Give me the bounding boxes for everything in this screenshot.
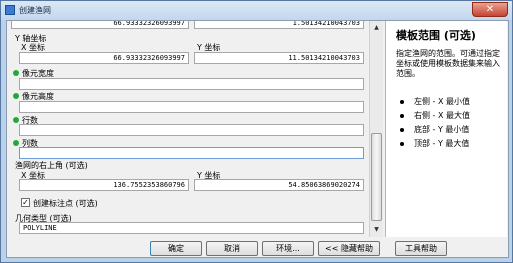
- tool-help-button[interactable]: 工具帮助: [395, 241, 447, 256]
- help-description: 指定渔网的范围。可通过指定坐标或使用模板数据集来输入范围。: [396, 49, 500, 78]
- list-item: 右侧 - X 最大值: [396, 111, 470, 125]
- form-scrollbar[interactable]: ▲ ▼: [369, 21, 383, 237]
- help-list: 左侧 - X 最小值 右侧 - X 最大值 底部 - Y 最小值 顶部 - Y …: [396, 97, 470, 153]
- geometry-type-select[interactable]: POLYLINE: [19, 222, 364, 234]
- list-item: 左侧 - X 最小值: [396, 97, 470, 111]
- help-panel: 模板范围 (可选) 指定渔网的范围。可通过指定坐标或使用模板数据集来输入范围。 …: [385, 21, 507, 237]
- required-icon: [13, 70, 19, 76]
- environments-button[interactable]: 环境...: [262, 241, 314, 256]
- rows-input[interactable]: [19, 124, 364, 136]
- upper-right-y-input[interactable]: 54.85063869020274: [194, 179, 364, 191]
- scroll-thumb[interactable]: [371, 133, 382, 221]
- dialog-window: 创建渔网 ✕ 66.93332326093997 1.5013421004370…: [0, 0, 513, 263]
- button-bar: 确定 取消 环境... << 隐藏帮助 工具帮助: [7, 237, 508, 258]
- list-item: 底部 - Y 最小值: [396, 125, 470, 139]
- close-button[interactable]: ✕: [472, 2, 508, 17]
- hide-help-button[interactable]: << 隐藏帮助: [318, 241, 380, 256]
- prev-x-field[interactable]: 66.93332326093997: [11, 21, 189, 29]
- app-icon: [5, 5, 15, 15]
- cell-width-input[interactable]: [19, 78, 364, 90]
- cell-height-input[interactable]: [19, 101, 364, 113]
- window-title: 创建渔网: [19, 6, 51, 15]
- required-icon: [13, 140, 19, 146]
- create-points-label: 创建标注点 (可选): [33, 199, 98, 208]
- create-points-checkbox[interactable]: ✓: [21, 198, 30, 207]
- dialog-body: 66.93332326093997 1.50134210043703 Y 轴坐标…: [6, 20, 509, 258]
- cols-input[interactable]: [19, 147, 364, 159]
- check-icon: ✓: [22, 198, 29, 207]
- ok-button[interactable]: 确定: [150, 241, 202, 256]
- parameter-form: 66.93332326093997 1.50134210043703 Y 轴坐标…: [7, 21, 369, 237]
- y-axis-y-input[interactable]: 11.50134210043703: [194, 52, 364, 64]
- list-item: 顶部 - Y 最大值: [396, 139, 470, 153]
- required-icon: [13, 93, 19, 99]
- scroll-down-icon[interactable]: ▼: [371, 224, 382, 235]
- scroll-up-icon[interactable]: ▲: [371, 22, 382, 33]
- help-title: 模板范围 (可选): [396, 29, 476, 42]
- prev-y-field[interactable]: 1.50134210043703: [194, 21, 364, 29]
- cancel-button[interactable]: 取消: [206, 241, 258, 256]
- close-icon: ✕: [485, 4, 495, 15]
- title-bar[interactable]: 创建渔网 ✕: [1, 1, 512, 20]
- upper-right-x-input[interactable]: 136.7552353860796: [19, 179, 189, 191]
- y-axis-x-input[interactable]: 66.93332326093997: [19, 52, 189, 64]
- required-icon: [13, 117, 19, 123]
